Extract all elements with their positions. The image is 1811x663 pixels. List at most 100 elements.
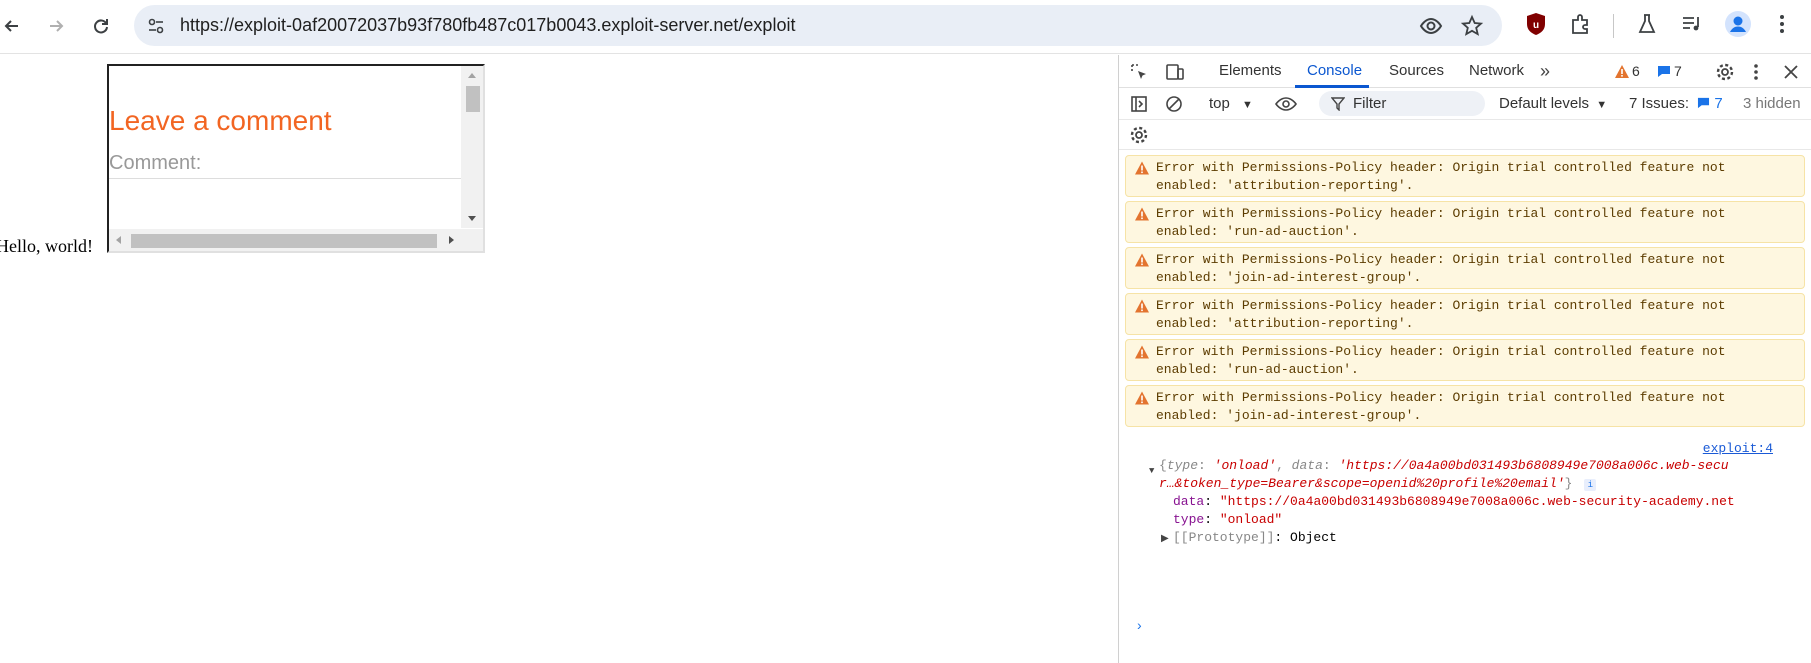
eye-icon[interactable] — [1419, 14, 1443, 38]
profile-avatar-icon[interactable] — [1725, 11, 1751, 37]
issues-count: 7 — [1714, 95, 1723, 112]
filter-input[interactable]: Filter — [1319, 91, 1485, 116]
iframe-vertical-scrollbar[interactable] — [461, 66, 483, 228]
console-prompt-input[interactable]: › — [1137, 617, 1142, 633]
info-icon[interactable]: i — [1584, 479, 1597, 491]
warning-line-2: enabled: 'join-ad-interest-group'. — [1156, 408, 1422, 423]
summary-data-key: data — [1291, 458, 1323, 473]
devtools-menu-icon[interactable] — [1744, 60, 1768, 84]
vertical-scroll-thumb[interactable] — [466, 86, 480, 112]
warning-line-1: Error with Permissions-Policy header: Or… — [1156, 160, 1726, 175]
browser-toolbar: https://exploit-0af20072037b93f780fb487c… — [0, 0, 1811, 54]
console-warning[interactable]: Error with Permissions-Policy header: Or… — [1125, 339, 1805, 381]
expand-triangle-icon[interactable]: ▶ — [1161, 531, 1169, 549]
page-viewport: Hello, world! Leave a comment Comment: — [0, 55, 1118, 663]
context-select-value: top — [1209, 95, 1230, 112]
extensions-puzzle-icon[interactable] — [1568, 11, 1594, 37]
sidebar-toggle-icon[interactable] — [1127, 92, 1151, 116]
comma: , — [1276, 458, 1292, 473]
filter-placeholder: Filter — [1353, 95, 1387, 112]
inspect-element-icon[interactable] — [1127, 60, 1151, 84]
address-bar[interactable]: https://exploit-0af20072037b93f780fb487c… — [134, 5, 1502, 46]
brace-open: { — [1159, 458, 1167, 473]
warning-icon — [1135, 253, 1149, 267]
brace-close: } — [1564, 476, 1573, 491]
scroll-down-arrow-icon[interactable] — [468, 216, 476, 221]
chevron-down-icon: ▼ — [1242, 99, 1253, 111]
warning-line-1: Error with Permissions-Policy header: Or… — [1156, 390, 1726, 405]
prototype-value: Object — [1290, 530, 1337, 545]
property-data[interactable]: data: "https://0a4a00bd031493b6808949e70… — [1173, 493, 1735, 511]
colon: : — [1198, 458, 1214, 473]
context-select[interactable]: top ▼ — [1209, 95, 1253, 112]
toolbar-divider — [1613, 14, 1614, 38]
console-settings-gear-icon[interactable] — [1127, 123, 1151, 147]
tab-network[interactable]: Network — [1469, 62, 1524, 79]
embedded-iframe[interactable]: Leave a comment Comment: — [107, 64, 485, 253]
browser-menu-icon[interactable] — [1769, 11, 1795, 37]
reload-button[interactable] — [84, 9, 118, 43]
console-warning[interactable]: Error with Permissions-Policy header: Or… — [1125, 293, 1805, 335]
warnings-count: 6 — [1632, 63, 1640, 79]
warning-line-2: enabled: 'run-ad-auction'. — [1156, 362, 1359, 377]
issues-button[interactable]: 7 Issues: 7 — [1629, 95, 1723, 112]
object-summary-line-2: r…&token_type=Bearer&scope=openid%20prof… — [1159, 475, 1597, 493]
bookmark-star-icon[interactable] — [1460, 14, 1484, 38]
source-link[interactable]: exploit:4 — [1703, 441, 1773, 456]
console-warning[interactable]: Error with Permissions-Policy header: Or… — [1125, 247, 1805, 289]
scroll-left-arrow-icon[interactable] — [116, 236, 121, 244]
back-button[interactable] — [0, 9, 29, 43]
summary-type-value: 'onload' — [1213, 458, 1277, 473]
iframe-horizontal-scrollbar[interactable] — [109, 229, 483, 251]
log-levels-dropdown[interactable]: Default levels ▼ — [1499, 95, 1607, 112]
console-warning[interactable]: Error with Permissions-Policy header: Or… — [1125, 201, 1805, 243]
console-warning[interactable]: Error with Permissions-Policy header: Or… — [1125, 155, 1805, 197]
warning-icon — [1135, 207, 1149, 221]
scroll-up-arrow-icon[interactable] — [468, 73, 476, 78]
warning-line-2: enabled: 'attribution-reporting'. — [1156, 178, 1414, 193]
live-expression-eye-icon[interactable] — [1274, 92, 1298, 116]
clear-console-icon[interactable] — [1162, 92, 1186, 116]
hidden-messages-count: 3 hidden — [1743, 95, 1801, 112]
tab-elements[interactable]: Elements — [1219, 62, 1282, 79]
property-prototype[interactable]: ▶ [[Prototype]]: Object — [1161, 529, 1337, 547]
close-devtools-icon[interactable] — [1779, 60, 1803, 84]
filter-funnel-icon — [1331, 97, 1345, 111]
forward-arrow-icon — [50, 20, 64, 32]
site-info-icon[interactable] — [144, 14, 168, 38]
prototype-key: [[Prototype]] — [1173, 530, 1275, 545]
warning-icon — [1135, 161, 1149, 175]
media-queue-icon[interactable] — [1679, 11, 1705, 37]
ublock-icon[interactable]: u — [1523, 11, 1549, 37]
message-icon — [1698, 97, 1710, 109]
colon: : — [1204, 512, 1220, 527]
tab-sources[interactable]: Sources — [1389, 62, 1444, 79]
hello-text: Hello, world! — [0, 236, 93, 256]
property-key: type — [1173, 512, 1205, 527]
forward-button[interactable] — [39, 9, 73, 43]
colon: : — [1274, 530, 1291, 545]
labs-flask-icon[interactable] — [1634, 11, 1660, 37]
horizontal-scroll-thumb[interactable] — [131, 234, 437, 248]
devtools-tab-bar: Elements Console Sources Network » 6 7 — [1119, 55, 1811, 88]
colon: : — [1204, 494, 1220, 509]
warning-icon — [1135, 345, 1149, 359]
more-tabs-chevron-icon[interactable]: » — [1533, 59, 1557, 83]
device-toolbar-icon[interactable] — [1163, 60, 1187, 84]
warnings-counter[interactable]: 6 — [1615, 63, 1640, 79]
scroll-right-arrow-icon[interactable] — [449, 236, 454, 244]
devtools-settings-gear-icon[interactable] — [1713, 60, 1737, 84]
messages-counter[interactable]: 7 — [1657, 63, 1682, 79]
warning-line-1: Error with Permissions-Policy header: Or… — [1156, 298, 1726, 313]
console-warning[interactable]: Error with Permissions-Policy header: Or… — [1125, 385, 1805, 427]
chevron-down-icon: ▼ — [1596, 99, 1608, 111]
object-summary-line-1[interactable]: ▼ {type: 'onload', data: 'https://0a4a00… — [1149, 457, 1729, 476]
warning-line-1: Error with Permissions-Policy header: Or… — [1156, 206, 1726, 221]
property-type[interactable]: type: "onload" — [1173, 511, 1282, 529]
tab-console[interactable]: Console — [1307, 62, 1362, 79]
expand-triangle-icon[interactable]: ▼ — [1149, 462, 1154, 480]
warning-line-2: enabled: 'join-ad-interest-group'. — [1156, 270, 1422, 285]
summary-type-key: type — [1166, 458, 1199, 473]
url-text[interactable]: https://exploit-0af20072037b93f780fb487c… — [180, 15, 795, 36]
svg-text:u: u — [1533, 20, 1539, 31]
